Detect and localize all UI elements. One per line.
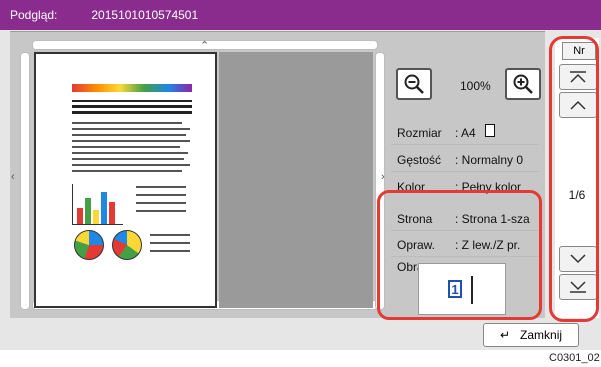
highlight-frame <box>377 190 542 320</box>
text-line <box>136 210 186 212</box>
title-label: Podgląd: <box>10 8 58 22</box>
page-preview <box>34 52 217 308</box>
property-value: : A4 <box>455 126 476 140</box>
text-line <box>72 152 188 154</box>
text-line <box>72 158 184 160</box>
text-line <box>72 164 190 166</box>
document-headline-graphic <box>72 100 192 114</box>
property-label: Gęstość <box>397 153 442 167</box>
pie-chart-graphic <box>74 230 104 260</box>
text-line <box>136 202 186 204</box>
document-graphic <box>72 84 192 92</box>
document-id: 2015101010574501 <box>91 8 199 22</box>
text-line <box>72 146 180 148</box>
title-bar: Podgląd: 2015101010574501 <box>0 0 601 30</box>
text-line <box>72 122 182 124</box>
property-value: : Normalny 0 <box>455 153 524 167</box>
bar-chart-graphic <box>72 184 123 225</box>
close-button[interactable]: ↵ Zamknij <box>483 323 579 347</box>
chevron-left-icon[interactable]: ‹ <box>11 172 15 183</box>
text-line <box>150 234 190 236</box>
paper-icon <box>485 124 495 137</box>
text-line <box>150 242 190 244</box>
text-line <box>72 170 182 172</box>
text-line <box>72 140 190 142</box>
empty-preview-area <box>219 52 373 308</box>
image-code: C0301_02 <box>549 352 600 364</box>
return-arrow-icon: ↵ <box>499 328 511 342</box>
text-line <box>136 194 186 196</box>
divider <box>391 144 539 145</box>
nav-highlight-frame <box>549 36 599 322</box>
text-line <box>136 186 186 188</box>
text-line <box>150 250 190 252</box>
pie-chart-graphic <box>112 230 142 260</box>
property-label: Rozmiar <box>397 126 442 140</box>
text-line <box>72 128 190 130</box>
chevron-up-icon[interactable]: ⌃ <box>200 41 209 52</box>
close-label: Zamknij <box>520 328 563 342</box>
left-scrollbar[interactable] <box>20 52 30 310</box>
divider <box>391 171 539 172</box>
text-line <box>72 134 186 136</box>
